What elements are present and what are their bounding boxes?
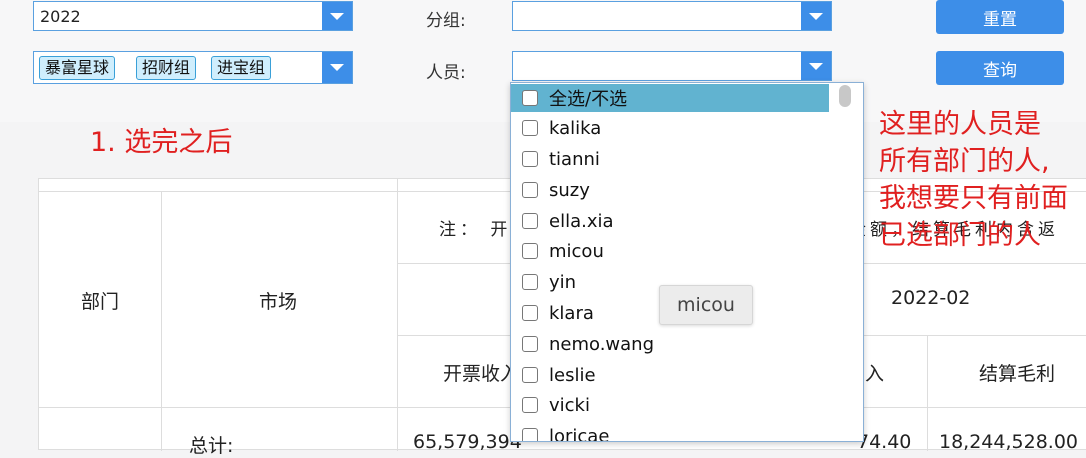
person-select[interactable] — [512, 51, 832, 81]
annotation-note: 这里的人员是 所有部门的人, 我想要只有前面 已选部门的人 — [879, 106, 1068, 254]
checkbox[interactable] — [522, 90, 538, 106]
total-income: 74.40 — [857, 431, 912, 453]
dropdown-item[interactable]: loricae — [511, 422, 829, 441]
dropdown-item[interactable]: leslie — [511, 361, 829, 389]
total-invoice: 65,579,394 — [413, 431, 522, 453]
dropdown-item[interactable]: suzy — [511, 176, 829, 204]
checkbox[interactable] — [522, 274, 538, 290]
annotation-line: 已选部门的人 — [879, 220, 1041, 251]
header-month: 2022-02 — [891, 287, 971, 309]
checkbox[interactable] — [522, 120, 538, 136]
checkbox[interactable] — [522, 213, 538, 229]
dropdown-item-label: nemo.wang — [549, 333, 655, 355]
annotation-step1: 1. 选完之后 — [90, 127, 233, 158]
checkbox[interactable] — [522, 367, 538, 383]
dropdown-item-label: ella.xia — [549, 210, 614, 232]
query-button[interactable]: 查询 — [936, 51, 1064, 85]
dropdown-item[interactable]: ella.xia — [511, 207, 829, 235]
dropdown-scrollbar[interactable] — [839, 85, 851, 107]
dropdown-item-label: klara — [549, 302, 594, 324]
year-select[interactable]: 2022 — [33, 1, 353, 31]
department-tag[interactable]: 招财组 — [136, 56, 197, 80]
total-margin: 18,244,528.00 — [939, 431, 1079, 453]
chevron-down-icon[interactable] — [801, 52, 831, 80]
dropdown-item-label: suzy — [549, 179, 590, 201]
header-invoice: 开票收入 — [443, 363, 520, 385]
dropdown-item-label: kalika — [549, 117, 602, 139]
year-value: 2022 — [40, 7, 81, 26]
person-dropdown[interactable]: 全选/不选 kalika tianni suzy ella.xia micou … — [510, 82, 864, 442]
checkbox[interactable] — [522, 305, 538, 321]
checkbox[interactable] — [522, 397, 538, 413]
dropdown-item-label: tianni — [549, 148, 600, 170]
dropdown-item-label: yin — [549, 271, 577, 293]
group-label: 分组: — [426, 11, 466, 31]
dropdown-item[interactable]: tianni — [511, 145, 829, 173]
header-market: 市场 — [259, 291, 298, 313]
department-select[interactable]: 暴富星球 招财组 进宝组 — [33, 51, 353, 84]
checkbox[interactable] — [522, 182, 538, 198]
checkbox[interactable] — [522, 336, 538, 352]
total-label: 总计: — [189, 435, 234, 457]
dropdown-item-label: micou — [549, 240, 604, 262]
dropdown-item[interactable]: kalika — [511, 114, 829, 142]
table-note-prefix: 注： 开 — [439, 220, 512, 240]
dropdown-item[interactable]: micou — [511, 237, 829, 265]
department-tag[interactable]: 进宝组 — [211, 56, 272, 80]
annotation-line: 所有部门的人, — [879, 146, 1050, 177]
checkbox[interactable] — [522, 243, 538, 259]
chevron-down-icon[interactable] — [801, 2, 831, 30]
annotation-line: 这里的人员是 — [879, 109, 1041, 140]
dropdown-item-select-all[interactable]: 全选/不选 — [511, 84, 829, 112]
header-income: 入 — [865, 363, 885, 385]
checkbox[interactable] — [522, 151, 538, 167]
dropdown-item[interactable]: vicki — [511, 391, 829, 419]
header-dept: 部门 — [81, 291, 120, 313]
dropdown-item-label: 全选/不选 — [549, 89, 628, 110]
group-select[interactable] — [512, 1, 832, 31]
chevron-down-icon[interactable] — [322, 2, 352, 30]
item-tooltip: micou — [659, 285, 753, 325]
dropdown-item-label: leslie — [549, 364, 596, 386]
chevron-down-icon[interactable] — [322, 52, 352, 83]
annotation-line: 我想要只有前面 — [879, 183, 1068, 214]
department-tag[interactable]: 暴富星球 — [39, 56, 116, 80]
header-margin: 结算毛利 — [979, 363, 1056, 385]
dropdown-item-label: vicki — [549, 394, 590, 416]
dropdown-item[interactable]: nemo.wang — [511, 330, 829, 358]
reset-button[interactable]: 重置 — [936, 0, 1064, 34]
person-label: 人员: — [426, 63, 466, 83]
